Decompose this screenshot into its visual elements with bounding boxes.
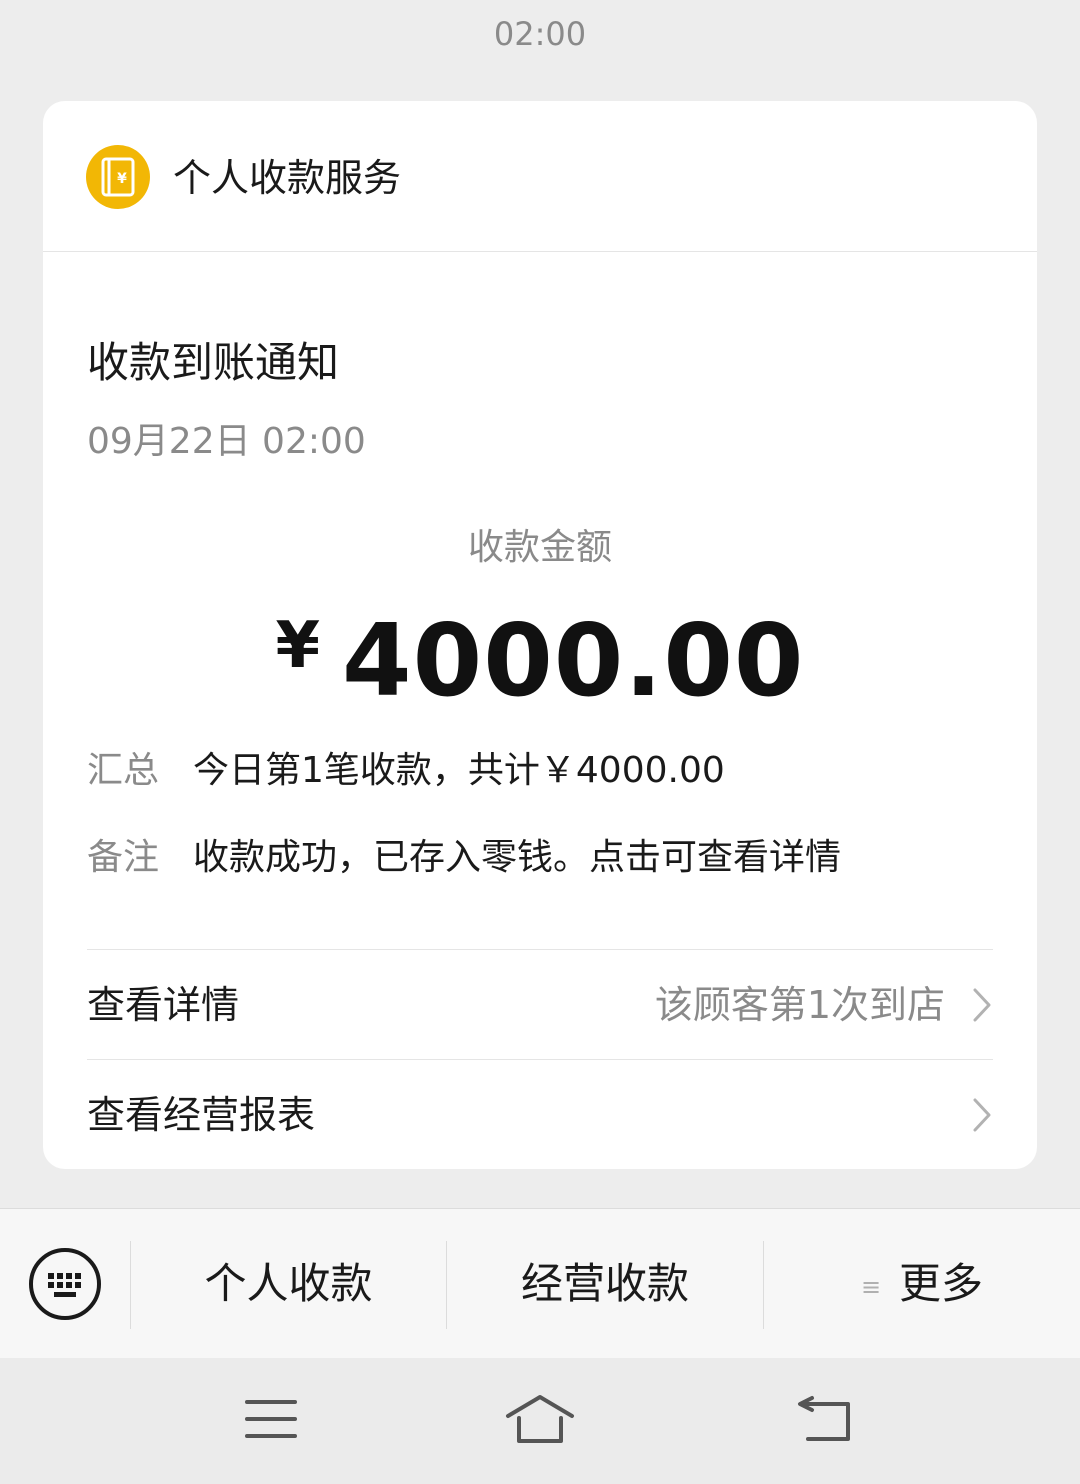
divider (87, 1059, 993, 1060)
notice-title: 收款到账通知 (87, 338, 340, 387)
more-label: 更多 (899, 1259, 984, 1308)
amount-display: ¥4000.00 (43, 601, 1037, 721)
notice-date: 09月22日 02:00 (87, 421, 366, 462)
view-report-link[interactable]: 查看经营报表 (87, 1061, 993, 1169)
keyboard-icon (29, 1248, 101, 1320)
message-timestamp: 02:00 (493, 15, 587, 53)
view-details-label: 查看详情 (87, 983, 240, 1027)
menu-icon[interactable] (244, 1388, 298, 1450)
remark-key: 备注 (87, 837, 160, 878)
summary-value: 今日第1笔收款，共计￥4000.00 (193, 750, 725, 791)
back-icon[interactable] (796, 1388, 854, 1450)
menu-item-business-payment[interactable]: 经营收款 (447, 1209, 763, 1359)
currency-symbol: ¥ (275, 609, 321, 683)
service-menu-bar: 个人收款 经营收款 ≡ 更多 (0, 1208, 1080, 1359)
menu-item-personal-payment[interactable]: 个人收款 (131, 1209, 446, 1359)
wallet-yuan-icon: ¥ (86, 145, 150, 209)
chevron-right-icon (973, 988, 991, 1022)
amount-label: 收款金额 (467, 527, 612, 568)
remark-row: 备注 收款成功，已存入零钱。点击可查看详情 (87, 833, 997, 883)
divider (87, 949, 993, 950)
menu-item-more[interactable]: ≡ 更多 (764, 1209, 1080, 1359)
menu-lines-icon: ≡ (860, 1272, 882, 1301)
service-name: 个人收款服务 (173, 156, 402, 200)
chevron-right-icon (973, 1098, 991, 1132)
card-header[interactable]: ¥ 个人收款服务 (43, 101, 1037, 252)
view-report-label: 查看经营报表 (87, 1093, 316, 1137)
remark-value: 收款成功，已存入零钱。点击可查看详情 (193, 837, 842, 878)
payment-notification-card[interactable]: ¥ 个人收款服务 收款到账通知 09月22日 02:00 收款金额 ¥4000.… (43, 101, 1037, 1169)
home-icon[interactable] (504, 1388, 576, 1450)
summary-row: 汇总 今日第1笔收款，共计￥4000.00 (87, 746, 997, 796)
keyboard-toggle-button[interactable] (28, 1247, 102, 1321)
view-details-link[interactable]: 查看详情 该顾客第1次到店 (87, 951, 993, 1059)
amount-value: 4000.00 (342, 602, 805, 719)
svg-text:¥: ¥ (117, 171, 127, 187)
system-navigation-bar (0, 1358, 1080, 1484)
customer-visit-hint: 该顾客第1次到店 (654, 983, 945, 1027)
summary-key: 汇总 (87, 750, 160, 791)
